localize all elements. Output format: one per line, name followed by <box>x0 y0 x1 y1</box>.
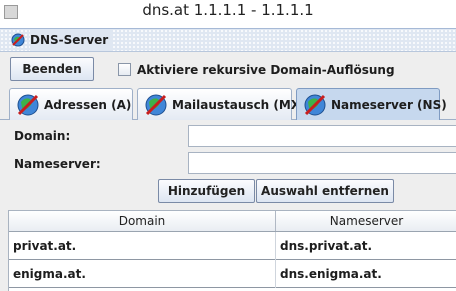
column-header-nameserver[interactable]: Nameserver <box>275 211 456 231</box>
window-title: dns.at 1.1.1.1 - 1.1.1.1 <box>142 1 314 19</box>
frame-titlebar[interactable]: DNS-Server <box>0 28 456 52</box>
globe-pin-icon <box>145 94 167 116</box>
globe-pin-icon <box>17 94 39 116</box>
recursive-label[interactable]: Aktiviere rekursive Domain-Auflösung <box>137 63 395 77</box>
tab-nameserver[interactable]: Nameserver (NS) <box>296 88 447 120</box>
nameserver-input[interactable] <box>188 152 456 174</box>
tab-label: Nameserver (NS) <box>331 98 447 112</box>
tab-addresses[interactable]: Adressen (A) <box>9 88 133 120</box>
column-header-domain[interactable]: Domain <box>9 211 275 231</box>
dns-server-frame: DNS-Server Beenden Aktiviere rekursive D… <box>0 28 456 291</box>
window-titlebar[interactable]: dns.at 1.1.1.1 - 1.1.1.1 <box>0 0 456 28</box>
table-header: Domain Nameserver <box>9 211 456 232</box>
cell-nameserver: dns.privat.at. <box>275 232 372 260</box>
table-row[interactable]: privat.at. dns.privat.at. <box>9 232 456 260</box>
tab-mail-exchange[interactable]: Mailaustausch (MX) <box>137 88 306 120</box>
cell-domain: enigma.at. <box>13 267 86 281</box>
add-button[interactable]: Hinzufügen <box>158 179 255 203</box>
nameserver-label: Nameserver: <box>14 157 101 171</box>
table-row[interactable]: enigma.at. dns.enigma.at. <box>9 260 456 288</box>
domain-input[interactable] <box>188 125 456 147</box>
tab-label: Adressen (A) <box>44 98 132 112</box>
nameserver-table: Domain Nameserver privat.at. dns.privat.… <box>8 210 456 291</box>
quit-button[interactable]: Beenden <box>10 57 94 81</box>
domain-label: Domain: <box>14 129 71 143</box>
cell-nameserver: dns.enigma.at. <box>275 260 382 288</box>
recursive-checkbox[interactable] <box>118 63 131 76</box>
globe-pin-icon <box>11 33 25 47</box>
tab-label: Mailaustausch (MX) <box>172 98 306 112</box>
cell-domain: privat.at. <box>13 239 77 253</box>
frame-title: DNS-Server <box>30 29 113 51</box>
globe-pin-icon <box>304 94 326 116</box>
remove-selection-button[interactable]: Auswahl entfernen <box>256 179 394 203</box>
tab-panel-nameserver: Domain: Nameserver: Hinzufügen Auswahl e… <box>0 120 456 291</box>
